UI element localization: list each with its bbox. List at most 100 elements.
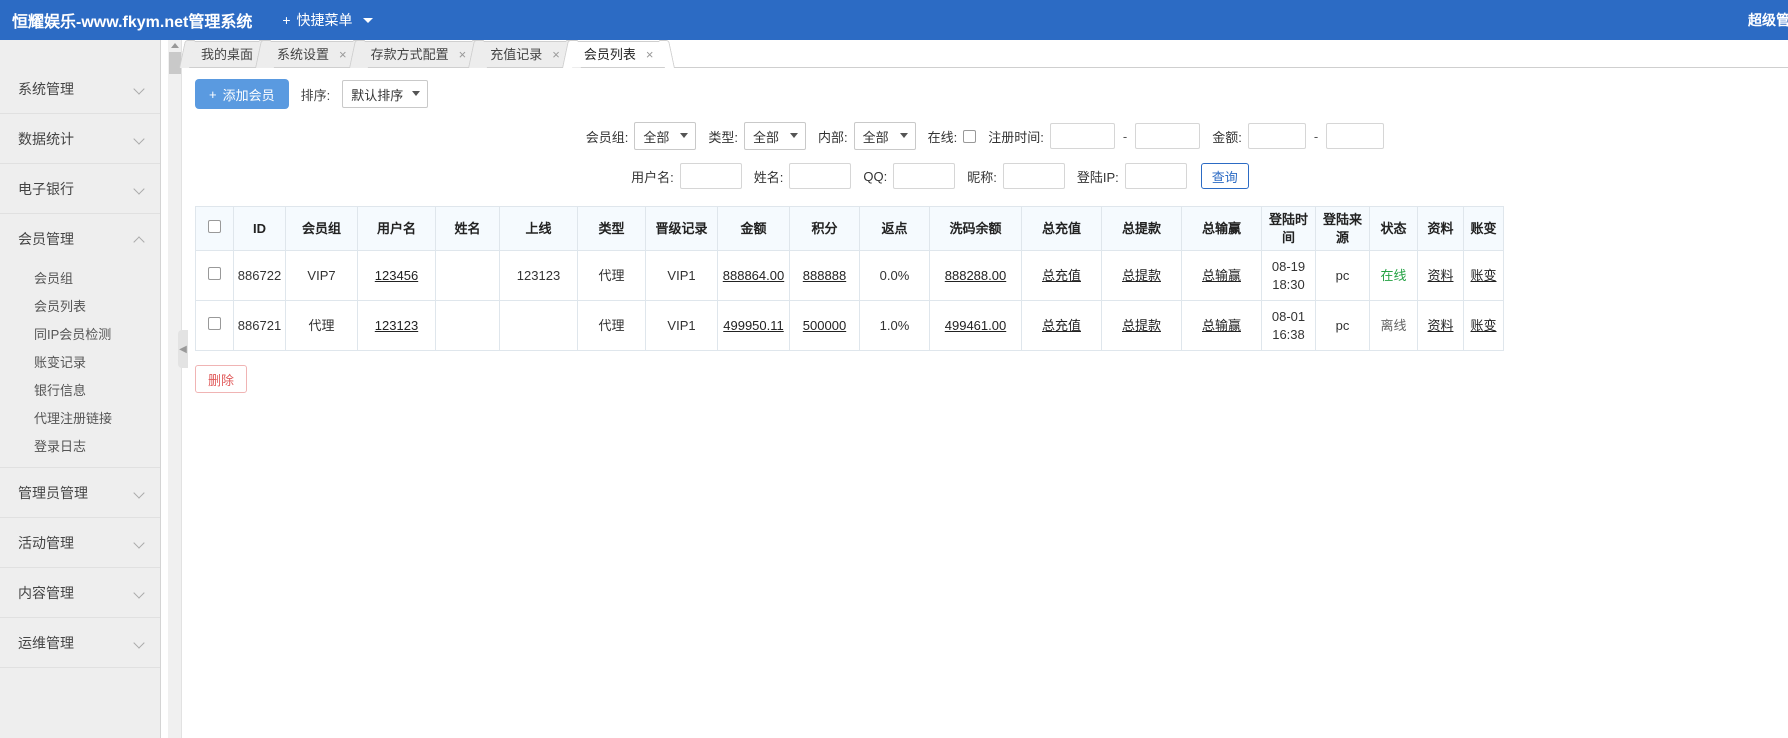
cell-total-winloss[interactable]: 总输赢 (1181, 300, 1262, 352)
cell-amount[interactable]: 499950.11 (717, 300, 790, 352)
cell-points[interactable]: 888888 (789, 250, 860, 302)
register-time-end-input[interactable] (1135, 123, 1201, 149)
register-time-start-input[interactable] (1049, 123, 1115, 149)
sort-select[interactable]: 默认排序 (342, 80, 429, 108)
nickname-filter-input[interactable] (1002, 163, 1065, 189)
tab-label: 充值记录 (490, 46, 543, 62)
quick-menu-button[interactable]: + 快捷菜单 (282, 10, 373, 30)
column-header: 用户名 (357, 205, 436, 252)
sidebar-group-header[interactable]: 内容管理 (0, 568, 160, 617)
internal-select[interactable]: 全部 (853, 122, 916, 150)
cell-wash-balance[interactable]: 888288.00 (929, 250, 1022, 302)
column-header: 会员组 (285, 205, 358, 252)
cell-id: 886722 (233, 250, 286, 302)
column-header: 状态 (1369, 205, 1418, 252)
sidebar-item[interactable]: 会员列表 (0, 291, 160, 319)
row-checkbox-cell[interactable] (195, 300, 234, 352)
delete-selected-button[interactable]: 删除 (195, 365, 248, 394)
cell-total-withdraw[interactable]: 总提款 (1101, 300, 1182, 352)
cell-username[interactable]: 123123 (357, 300, 436, 352)
sidebar-item[interactable]: 会员组 (0, 263, 160, 291)
sidebar-item[interactable]: 代理注册链接 (0, 403, 160, 431)
sidebar-collapse-handle[interactable]: ◀ (178, 330, 188, 368)
tab-bar: 我的桌面 系统设置 × 存款方式配置 × 充值记录 × 会员列表 × (182, 40, 1788, 68)
cell-amount-text: 499950.11 (723, 317, 784, 333)
tab-close-icon[interactable]: × (646, 42, 654, 68)
scroll-up-arrow-icon[interactable] (171, 43, 179, 48)
sidebar-group-label: 电子银行 (18, 180, 74, 197)
username-filter-input[interactable] (679, 163, 742, 189)
current-user-label[interactable]: 超级管理员 (1748, 10, 1788, 30)
type-select[interactable]: 全部 (744, 122, 807, 150)
column-header: 金额 (717, 205, 790, 252)
realname-filter-input[interactable] (789, 163, 852, 189)
tab-close-icon[interactable]: × (552, 42, 560, 68)
member-group-label: 会员组: (585, 129, 629, 145)
sidebar-item[interactable]: 账变记录 (0, 347, 160, 375)
login-ip-filter-input[interactable] (1124, 163, 1187, 189)
member-group-select[interactable]: 全部 (634, 122, 697, 150)
cell-account-change-link-text: 账变 (1470, 267, 1497, 283)
tab[interactable]: 系统设置 × (262, 41, 362, 67)
row-checkbox[interactable] (208, 266, 221, 280)
chevron-up-icon (135, 233, 146, 244)
cell-total-recharge[interactable]: 总充值 (1021, 300, 1102, 352)
chevron-down-icon (680, 133, 689, 138)
sidebar-item[interactable]: 银行信息 (0, 375, 160, 403)
sidebar: 系统管理 数据统计电子银行会员管理 会员组 会员列表 同IP会员检测 账变记录 银行信息 代理… (0, 40, 161, 738)
qq-filter-input[interactable] (893, 163, 956, 189)
cell-wash-balance[interactable]: 499461.00 (929, 300, 1022, 352)
cell-total-withdraw-text: 总提款 (1121, 267, 1161, 283)
plus-icon: + (209, 86, 217, 102)
sidebar-group-header[interactable]: 电子银行 (0, 164, 160, 213)
tab-close-icon[interactable]: × (339, 42, 347, 68)
amount-label: 金额: (1212, 129, 1242, 145)
online-checkbox[interactable] (963, 129, 977, 143)
select-all-checkbox-cell[interactable] (195, 205, 234, 252)
cell-total-withdraw[interactable]: 总提款 (1101, 250, 1182, 302)
sidebar-group-header[interactable]: 系统管理 (0, 64, 160, 113)
sidebar-group-label: 运维管理 (18, 634, 74, 651)
column-header: ID (233, 205, 286, 252)
cell-total-winloss[interactable]: 总输赢 (1181, 250, 1262, 302)
add-member-button[interactable]: + 添加会员 (195, 79, 289, 109)
amount-min-input[interactable] (1247, 123, 1306, 149)
tab-close-icon[interactable]: × (459, 42, 467, 68)
cell-rebate: 1.0% (859, 300, 930, 352)
row-checkbox-cell[interactable] (195, 250, 234, 302)
cell-status-text: 在线 (1380, 267, 1407, 283)
amount-max-input[interactable] (1326, 123, 1385, 149)
cell-username[interactable]: 123456 (357, 250, 436, 302)
column-header: 姓名 (435, 205, 500, 252)
tab[interactable]: 充值记录 × (475, 41, 575, 67)
sidebar-group-header[interactable]: 活动管理 (0, 518, 160, 567)
sidebar-group: 运维管理 (0, 618, 160, 668)
sidebar-item[interactable]: 同IP会员检测 (0, 319, 160, 347)
tab[interactable]: 会员列表 × (568, 41, 669, 68)
member-table-head: ID 会员组 用户名 姓名 上线 类型 晋级记录 金额 积分 返点 洗码余额 总充值 总提款 总输赢 登陆时… (195, 205, 1504, 252)
cell-total-recharge[interactable]: 总充值 (1021, 250, 1102, 302)
sidebar-group-header[interactable]: 管理员管理 (0, 468, 160, 517)
tab[interactable]: 存款方式配置 × (355, 41, 482, 68)
select-all-checkbox[interactable] (208, 219, 221, 233)
sidebar-item[interactable]: 登录日志 (0, 431, 160, 459)
cell-account-change-link[interactable]: 账变 (1463, 300, 1504, 352)
content-scrollbar[interactable] (168, 40, 182, 738)
sidebar-group-header[interactable]: 数据统计 (0, 114, 160, 163)
sidebar-group-header[interactable]: 会员管理 (0, 214, 160, 263)
row-checkbox[interactable] (208, 316, 221, 330)
sidebar-group-label: 管理员管理 (18, 484, 88, 501)
cell-profile-link[interactable]: 资料 (1417, 300, 1464, 352)
cell-account-change-link[interactable]: 账变 (1463, 250, 1504, 302)
cell-points[interactable]: 500000 (789, 300, 860, 352)
cell-amount[interactable]: 888864.00 (717, 250, 790, 302)
sidebar-group-label: 内容管理 (18, 584, 74, 601)
cell-total-winloss-text: 总输赢 (1201, 267, 1241, 283)
cell-rebate-text: 1.0% (879, 317, 910, 333)
search-button[interactable]: 查询 (1200, 163, 1249, 189)
cell-profile-link[interactable]: 资料 (1417, 250, 1464, 302)
cell-realname (435, 300, 500, 352)
cell-account-change-link-text: 账变 (1470, 317, 1497, 333)
sidebar-group-header[interactable]: 运维管理 (0, 618, 160, 667)
quick-menu-label: 快捷菜单 (296, 12, 353, 28)
